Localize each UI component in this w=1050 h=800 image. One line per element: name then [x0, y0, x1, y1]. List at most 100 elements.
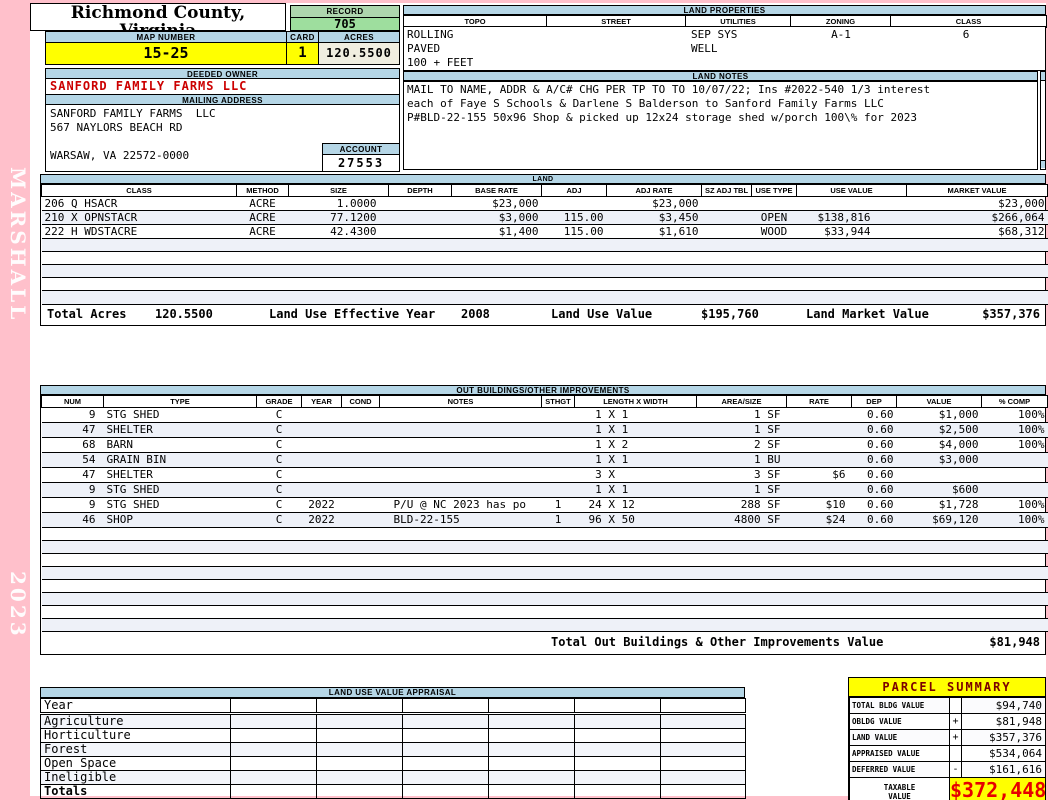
topo-value: 100 + FEET — [407, 56, 474, 69]
out-buildings-total-row: Total Out Buildings & Other Improvements… — [41, 632, 1045, 654]
land-market-value-label: Land Market Value — [806, 307, 929, 321]
column-header: TYPE — [103, 395, 257, 408]
ob-cell-length-width: 1 X 1 — [574, 407, 697, 423]
summary-row-sign: + — [949, 713, 962, 730]
summary-row-label: LAND VALUE — [849, 729, 950, 746]
empty-row — [41, 553, 1048, 567]
ob-cell-grade: C — [256, 482, 302, 498]
ob-cell-length-width: 1 X 1 — [574, 452, 697, 468]
land-empty-rows — [41, 238, 1048, 305]
land-use-appraisal-title: LAND USE VALUE APPRAISAL — [40, 687, 745, 698]
summary-row-label: TOTAL BLDG VALUE — [849, 697, 950, 714]
empty-row — [41, 579, 1048, 593]
utilities-value: SEP SYS — [691, 28, 738, 41]
summary-row-label: APPRAISED VALUE — [849, 745, 950, 762]
parcel-summary: PARCEL SUMMARY TOTAL BLDG VALUE $94,740 … — [848, 677, 1046, 800]
appraisal-row: Ineligible — [40, 770, 746, 785]
column-header: AREA/SIZE — [696, 395, 787, 408]
ob-cell-cond — [341, 512, 380, 528]
land-notes-line: P#BLD-22-155 50x96 Shop & picked up 12x2… — [407, 111, 917, 124]
land-use-value: $195,760 — [701, 307, 759, 321]
ob-cell-grade: C — [256, 452, 302, 468]
ob-cell-grade: C — [256, 497, 302, 513]
ob-cell-length-width: 1 X 1 — [574, 482, 697, 498]
empty-row — [41, 592, 1048, 606]
ob-cell-dep: 0.60 — [851, 452, 897, 468]
column-header: LENGTH X WIDTH — [574, 395, 697, 408]
ob-cell-dep: 0.60 — [851, 407, 897, 423]
column-header: STHGT — [541, 395, 575, 408]
county-header: Richmond County, Virginia Commissioner o… — [30, 3, 286, 31]
appraisal-row-label: Year — [40, 698, 231, 715]
effective-year-value: 2008 — [461, 307, 490, 321]
empty-row — [41, 264, 1048, 278]
empty-row — [41, 238, 1048, 252]
map-number-value: 15-25 — [45, 42, 287, 65]
column-header: ADJ — [541, 184, 607, 197]
empty-row — [41, 540, 1048, 554]
account-value: 27553 — [322, 154, 400, 172]
total-acres-label: Total Acres — [47, 307, 127, 321]
ob-cell-cond — [341, 467, 380, 483]
empty-row — [41, 527, 1048, 541]
empty-row — [41, 605, 1048, 619]
card-value: 1 — [286, 42, 319, 65]
ob-cell-type: GRAIN BIN — [103, 452, 257, 468]
zoning-value: A-1 — [831, 28, 851, 41]
out-buildings-column-header-row: NUM TYPE GRADE YEAR COND NOTES STHGT LENGTH X W… — [41, 395, 1048, 408]
parcel-summary-title: PARCEL SUMMARY — [849, 678, 1045, 697]
ob-cell-value: $3,000 — [896, 452, 982, 468]
acres-value: 120.5500 — [318, 42, 400, 65]
ob-cell-rate — [786, 482, 852, 498]
land-cell-base-rate: $3,000 — [451, 210, 542, 225]
ob-cell-num: 47 — [41, 422, 104, 438]
ob-cell-grade: C — [256, 407, 302, 423]
land-cell-class: 206 Q HSACR — [41, 196, 237, 211]
notes-side-strip — [1040, 71, 1046, 170]
ob-cell-year — [301, 452, 342, 468]
summary-row-value: $357,376 — [961, 729, 1046, 746]
ob-cell-type: STG SHED — [103, 497, 257, 513]
land-cell-use-value: $33,944 — [796, 224, 907, 239]
mailing-address-line: SANFORD FAMILY FARMS LLC — [50, 107, 216, 120]
land-use-value-label: Land Use Value — [551, 307, 653, 321]
land-cell-use-type — [751, 196, 797, 211]
ob-cell-area-size: 1 BU — [696, 452, 787, 468]
appraisal-row-label: Totals — [40, 784, 231, 799]
land-row: 206 Q HSACR ACRE 1.0000 $23,000 $23,000 … — [41, 196, 1048, 211]
ob-cell-length-width: 3 X — [574, 467, 697, 483]
ob-cell-dep: 0.60 — [851, 422, 897, 438]
out-buildings-table-body: 9 STG SHED C 1 X 1 1 SF 0.60 $1,000 100%… — [41, 407, 1048, 528]
appraisal-row: Forest — [40, 742, 746, 757]
empty-row — [41, 277, 1048, 291]
land-cell-sz-adj-tbl — [701, 224, 752, 239]
ob-cell-value: $2,500 — [896, 422, 982, 438]
out-buildings-total-value: $81,948 — [989, 635, 1040, 649]
class-value: 6 — [962, 28, 970, 41]
parcel-summary-body: TOTAL BLDG VALUE $94,740 OBLDG VALUE + $… — [849, 697, 1046, 778]
ob-cell-grade: C — [256, 467, 302, 483]
ob-cell-notes — [379, 437, 542, 453]
appraisal-row-label: Ineligible — [40, 770, 231, 785]
empty-row — [41, 290, 1048, 305]
ob-cell-pct-comp: 100% — [981, 422, 1048, 438]
ob-cell-value: $1,728 — [896, 497, 982, 513]
appraisal-row: Agriculture — [40, 713, 746, 729]
land-cell-base-rate: $23,000 — [451, 196, 542, 211]
land-cell-class: 222 H WDSTACRE — [41, 224, 237, 239]
appraisal-row: Totals — [40, 784, 746, 799]
land-cell-adj-rate: $1,610 — [606, 224, 702, 239]
ob-cell-type: STG SHED — [103, 407, 257, 423]
county-title: Richmond County, Virginia — [70, 3, 246, 31]
land-cell-size: 42.4300 — [288, 224, 389, 239]
appraisal-row: Horticulture — [40, 728, 746, 743]
ob-cell-dep: 0.60 — [851, 482, 897, 498]
column-header: USE TYPE — [751, 184, 797, 197]
land-notes-box: MAIL TO NAME, ADDR & A/C# CHG PER TP TO … — [403, 81, 1038, 170]
ob-cell-type: SHELTER — [103, 467, 257, 483]
ob-cell-num: 9 — [41, 482, 104, 498]
mailing-address-line: 567 NAYLORS BEACH RD — [50, 121, 183, 134]
out-building-row: 54 GRAIN BIN C 1 X 1 1 BU 0.60 $3,000 — [41, 452, 1048, 468]
ob-cell-sthgt — [541, 452, 575, 468]
parcel-summary-row: APPRAISED VALUE $534,064 — [849, 745, 1046, 762]
